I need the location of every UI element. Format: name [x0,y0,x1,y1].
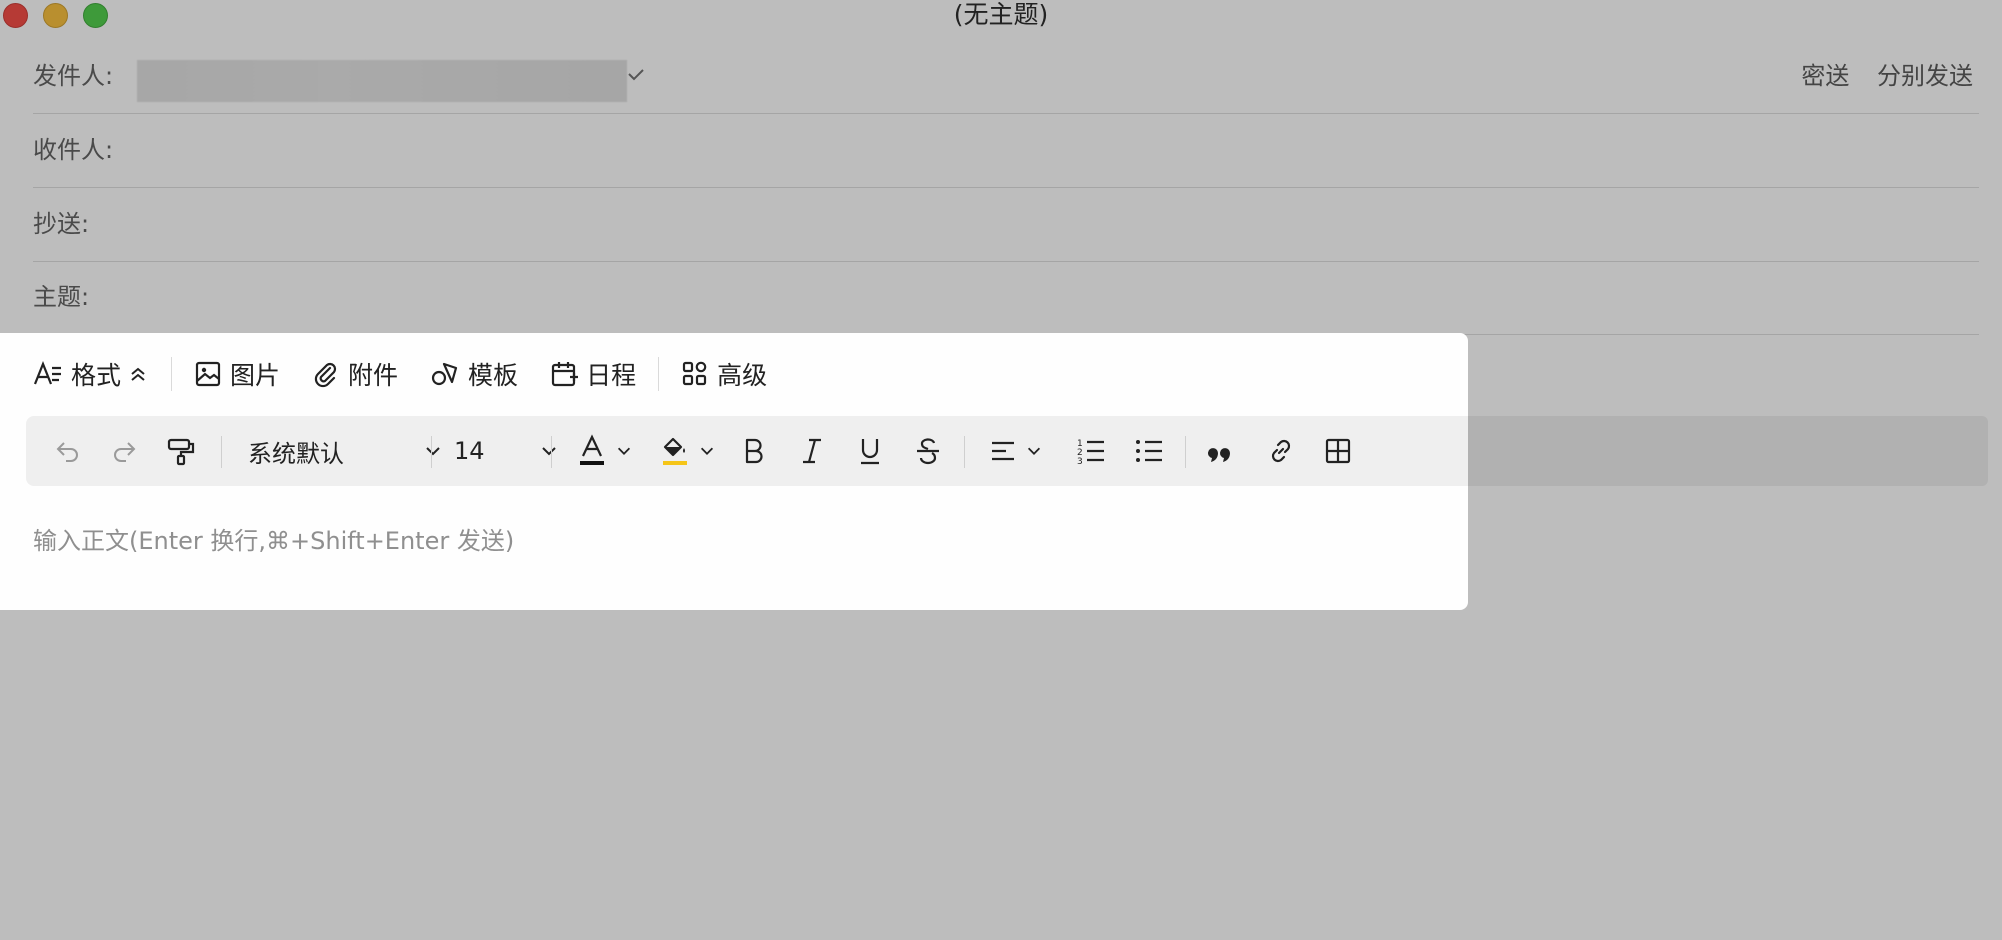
chevron-down-icon [700,447,714,455]
link-icon [1271,439,1291,463]
insert-image-button[interactable]: 图片 [194,356,280,392]
align-left-icon [992,441,1014,461]
format-button[interactable]: 格式 [33,356,149,392]
paperclip-icon [314,362,337,388]
recipient-label: 收件人: [33,136,114,164]
redo-button[interactable] [110,416,138,486]
double-chevron-up-icon [131,367,145,381]
image-icon [195,361,221,387]
chevron-down-icon [542,447,556,456]
separate-send-button[interactable]: 分别发送 [1877,62,1973,90]
font-family-select[interactable]: 系统默认 [248,416,443,486]
sender-label: 发件人: [33,62,114,90]
subject-label: 主题: [33,283,90,311]
chevron-down-icon [426,447,440,456]
format-painter-icon [167,438,195,466]
svg-text:3: 3 [1077,457,1083,466]
chevron-down-icon [1027,447,1041,455]
toolbar-divider [964,436,965,468]
subject-row[interactable]: 主题: [33,261,1979,335]
template-button[interactable]: 模板 [430,356,518,392]
attachment-label: 附件 [348,361,399,390]
format-text-icon [33,361,61,385]
format-painter-button[interactable] [166,416,196,486]
editor-panel: 格式 图片 附件 模板 日程 高级 系统默认 14 1 2 3 输入正文(Ent… [0,333,1468,610]
toolbar-divider [1185,436,1186,468]
schedule-label: 日程 [586,361,637,390]
advanced-button[interactable]: 高级 [681,356,767,392]
bold-icon [745,438,763,464]
font-size-select[interactable]: 14 [454,416,559,486]
template-label: 模板 [468,361,519,390]
topbar-divider [658,357,660,391]
quote-button[interactable] [1208,416,1238,486]
font-family-value: 系统默认 [248,439,344,468]
header-actions: 密送 分别发送 [1781,40,1973,113]
underline-icon [861,439,879,465]
italic-icon [803,438,821,464]
strikethrough-button[interactable] [913,416,943,486]
topbar-divider [171,357,173,391]
window-title: (无主题) [953,0,1049,29]
editor-topbar: 格式 图片 附件 模板 日程 高级 [33,353,767,395]
attachment-button[interactable]: 附件 [312,356,398,392]
numbered-list-icon: 1 2 3 [1077,439,1104,466]
sender-field[interactable] [137,60,627,102]
toolbar-divider [431,436,432,468]
bullet-list-icon [1136,440,1162,462]
align-button[interactable] [989,416,1051,486]
recipient-row[interactable]: 收件人: [33,114,1979,188]
image-label: 图片 [230,361,281,390]
highlight-color-button[interactable] [660,416,720,486]
bold-button[interactable] [739,416,769,486]
font-size-value: 14 [454,437,485,465]
numbered-list-button[interactable]: 1 2 3 [1076,416,1106,486]
quote-icon [1208,448,1230,462]
apps-grid-icon [682,361,707,386]
chevron-down-icon [617,447,631,455]
cc-label: 抄送: [33,210,90,238]
toolbar-divider [221,436,222,468]
email-body-input[interactable] [33,525,1433,557]
format-label: 格式 [71,361,122,390]
schedule-button[interactable]: 日程 [550,356,636,392]
strikethrough-icon [917,438,939,465]
toolbar-divider [551,436,552,468]
paint-bucket-icon [663,437,687,465]
format-toolbar: 系统默认 14 1 2 3 [26,416,1468,486]
calendar-add-icon [551,362,579,387]
text-color-button[interactable] [577,416,637,486]
table-icon [1325,438,1351,464]
underline-button[interactable] [855,416,885,486]
text-color-icon [580,434,604,465]
chevron-down-icon[interactable] [623,62,649,88]
italic-button[interactable] [797,416,827,486]
table-button[interactable] [1323,416,1353,486]
advanced-label: 高级 [717,361,768,390]
redo-icon [114,442,136,462]
cc-row[interactable]: 抄送: [33,188,1979,262]
bcc-button[interactable]: 密送 [1801,62,1849,90]
undo-icon [56,442,78,462]
template-shapes-icon [431,362,458,386]
undo-button[interactable] [54,416,82,486]
bullet-list-button[interactable] [1134,416,1164,486]
link-button[interactable] [1266,416,1296,486]
sender-row: 发件人: 密送 分别发送 [33,40,1979,114]
